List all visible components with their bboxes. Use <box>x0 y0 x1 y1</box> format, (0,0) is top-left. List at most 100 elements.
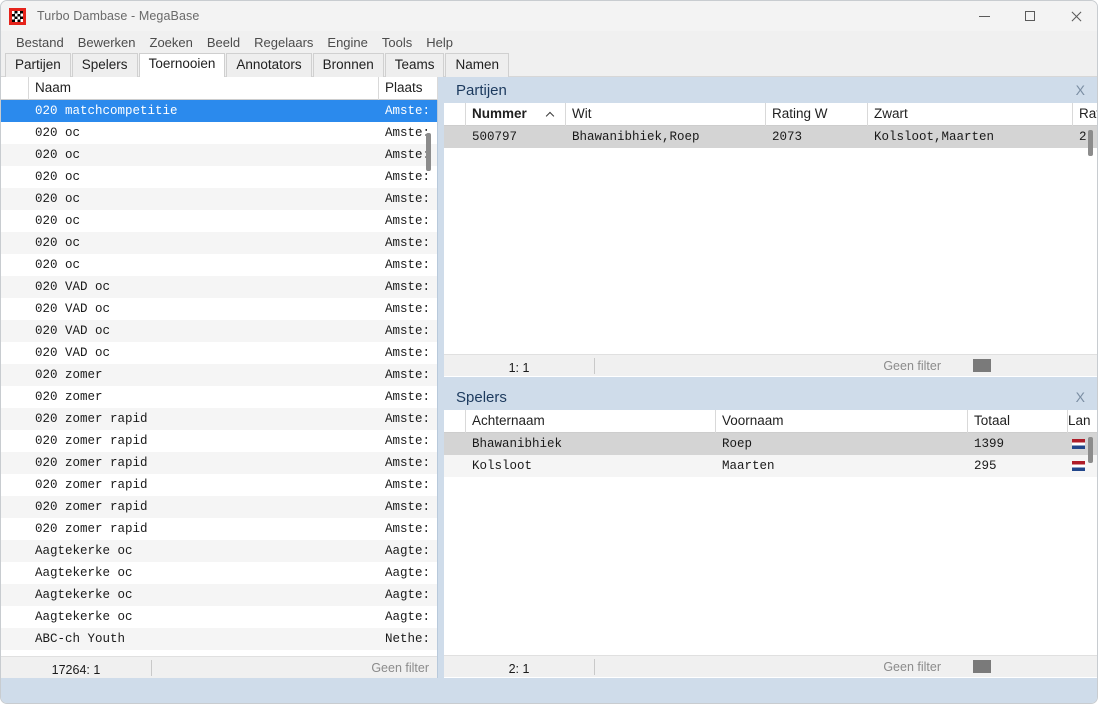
tournaments-filter-status[interactable]: Geen filter <box>152 661 437 675</box>
partijen-row-list[interactable]: 500797 Bhawanibhiek,Roep 2073 Kolsloot,Maar… <box>444 126 1097 354</box>
cell-naam: 020 zomer rapid <box>35 456 148 470</box>
cell-land <box>1068 439 1097 449</box>
maximize-button[interactable] <box>1007 1 1053 31</box>
column-header-rating-z[interactable]: Rati <box>1073 103 1097 126</box>
spelers-scrollbar[interactable] <box>1088 437 1093 655</box>
table-row[interactable]: Bhawanibhiek Roep 1399 <box>444 433 1097 455</box>
table-row[interactable]: 020 zomer rapid Amste: <box>1 430 437 452</box>
column-header-naam[interactable]: Naam <box>29 76 379 100</box>
tab-teams[interactable]: Teams <box>384 53 445 77</box>
column-header-indicator[interactable] <box>444 102 466 126</box>
tab-partijen[interactable]: Partijen <box>5 53 71 77</box>
scrollbar-thumb[interactable] <box>426 133 431 171</box>
spelers-row-list[interactable]: Bhawanibhiek Roep 1399 Kolsloot Maarten 295 <box>444 433 1097 655</box>
cell-naam: 020 zomer rapid <box>35 434 148 448</box>
column-header-rating-w[interactable]: Rating W <box>766 102 868 126</box>
cell-naam: 020 zomer rapid <box>35 412 148 426</box>
column-header-voornaam[interactable]: Voornaam <box>716 409 968 433</box>
menu-item-regelaars[interactable]: Regelaars <box>247 33 320 52</box>
partijen-record-count: 1: 1 <box>444 357 595 375</box>
menu-item-zoeken[interactable]: Zoeken <box>143 33 200 52</box>
close-button[interactable] <box>1053 1 1097 31</box>
cell-naam: 020 VAD oc <box>35 346 111 360</box>
cell-naam: 020 VAD oc <box>35 324 111 338</box>
table-row[interactable]: 020 VAD oc Amste: <box>1 320 437 342</box>
cell-naam: 020 oc <box>35 170 81 184</box>
table-row[interactable]: Aagtekerke oc Aagte: <box>1 540 437 562</box>
tab-bronnen[interactable]: Bronnen <box>312 53 384 77</box>
spelers-filter-status[interactable]: Geen filter <box>595 660 941 674</box>
table-row[interactable]: ABC-ch Youth Nethe: <box>1 628 437 650</box>
table-row[interactable]: 020 matchcompetitie Amste: <box>1 100 437 122</box>
column-header-achternaam[interactable]: Achternaam <box>466 409 716 433</box>
table-row[interactable]: 500797 Bhawanibhiek,Roep 2073 Kolsloot,Maar… <box>444 126 1097 148</box>
scrollbar-thumb[interactable] <box>1088 437 1093 463</box>
table-row[interactable]: 020 zomer rapid Amste: <box>1 474 437 496</box>
partijen-scrollbar[interactable] <box>1088 130 1093 354</box>
column-header-wit[interactable]: Wit <box>566 102 766 126</box>
column-header-indicator[interactable] <box>1 76 29 100</box>
table-row[interactable]: 020 zomer rapid Amste: <box>1 452 437 474</box>
table-row[interactable]: 020 oc Amste: <box>1 166 437 188</box>
spelers-panel-caption: Spelers X <box>444 384 1097 410</box>
scrollbar-thumb[interactable] <box>1088 130 1093 156</box>
partijen-panel: Partijen X Nummer Wit Rating W Zwart Rat… <box>444 77 1097 377</box>
cell-naam: 020 VAD oc <box>35 302 111 316</box>
column-header-totaal[interactable]: Totaal <box>968 409 1068 433</box>
cell-naam: 020 oc <box>35 192 81 206</box>
menu-item-bewerken[interactable]: Bewerken <box>71 33 143 52</box>
table-row[interactable]: 020 zomer rapid Amste: <box>1 496 437 518</box>
menu-item-tools[interactable]: Tools <box>375 33 419 52</box>
partijen-close-icon[interactable]: X <box>1076 83 1085 97</box>
menu-item-engine[interactable]: Engine <box>320 33 374 52</box>
table-row[interactable]: 020 VAD oc Amste: <box>1 342 437 364</box>
menu-item-bestand[interactable]: Bestand <box>9 33 71 52</box>
table-row[interactable]: 020 oc Amste: <box>1 188 437 210</box>
partijen-panel-title: Partijen <box>456 81 507 99</box>
table-row[interactable]: Aagtekerke oc Aagte: <box>1 562 437 584</box>
window-title: Turbo Dambase - MegaBase <box>37 9 200 23</box>
table-row[interactable]: 020 zomer Amste: <box>1 386 437 408</box>
table-row[interactable]: 020 oc Amste: <box>1 232 437 254</box>
table-row[interactable]: Kolsloot Maarten 295 <box>444 455 1097 477</box>
table-row[interactable]: 020 zomer Amste: <box>1 364 437 386</box>
table-row[interactable]: 020 VAD oc Amste: <box>1 276 437 298</box>
tab-toernooien[interactable]: Toernooien <box>138 53 226 77</box>
column-header-plaats[interactable]: Plaats <box>379 76 438 100</box>
partijen-filter-status[interactable]: Geen filter <box>595 359 941 373</box>
nl-flag-icon <box>1072 439 1085 449</box>
minimize-button[interactable] <box>961 1 1007 31</box>
tournaments-record-count: 17264: 1 <box>1 659 152 677</box>
column-header-nummer[interactable]: Nummer <box>466 102 566 126</box>
menu-item-help[interactable]: Help <box>419 33 460 52</box>
table-row[interactable]: 020 zomer rapid Amste: <box>1 408 437 430</box>
tab-strip: Partijen Spelers Toernooien Annotators B… <box>1 53 1097 77</box>
tournaments-scrollbar[interactable] <box>426 100 431 656</box>
table-row[interactable]: 020 oc Amste: <box>1 144 437 166</box>
cell-naam: 020 oc <box>35 126 81 140</box>
table-row[interactable]: 020 VAD oc Amste: <box>1 298 437 320</box>
menu-item-beeld[interactable]: Beeld <box>200 33 247 52</box>
spelers-filter-indicator[interactable] <box>973 660 991 673</box>
table-row[interactable]: 020 zomer rapid Amste: <box>1 518 437 540</box>
tab-annotators[interactable]: Annotators <box>226 53 312 77</box>
cell-totaal: 1399 <box>974 437 1005 451</box>
column-header-indicator[interactable] <box>444 409 466 433</box>
column-header-land[interactable]: Lan <box>1068 410 1097 433</box>
table-row[interactable]: Aagtekerke oc Aagte: <box>1 606 437 628</box>
table-row[interactable]: 020 oc Amste: <box>1 254 437 276</box>
partijen-status-bar: 1: 1 Geen filter <box>444 354 1097 376</box>
column-header-zwart[interactable]: Zwart <box>868 102 1073 126</box>
partijen-filter-indicator[interactable] <box>973 359 991 372</box>
cell-rating-w: 2073 <box>772 130 803 144</box>
tournaments-grid-header: Naam Plaats <box>1 76 438 100</box>
spelers-close-icon[interactable]: X <box>1076 390 1085 404</box>
tournaments-row-list[interactable]: 020 matchcompetitie Amste: 020 oc Amste: 020… <box>1 100 437 656</box>
checkerboard-icon <box>9 7 26 25</box>
tab-namen[interactable]: Namen <box>445 53 510 77</box>
tab-spelers[interactable]: Spelers <box>71 53 138 77</box>
content-area: Naam Plaats 020 matchcompetitie Amste: 020… <box>1 76 1097 703</box>
table-row[interactable]: 020 oc Amste: <box>1 122 437 144</box>
table-row[interactable]: Aagtekerke oc Aagte: <box>1 584 437 606</box>
table-row[interactable]: 020 oc Amste: <box>1 210 437 232</box>
